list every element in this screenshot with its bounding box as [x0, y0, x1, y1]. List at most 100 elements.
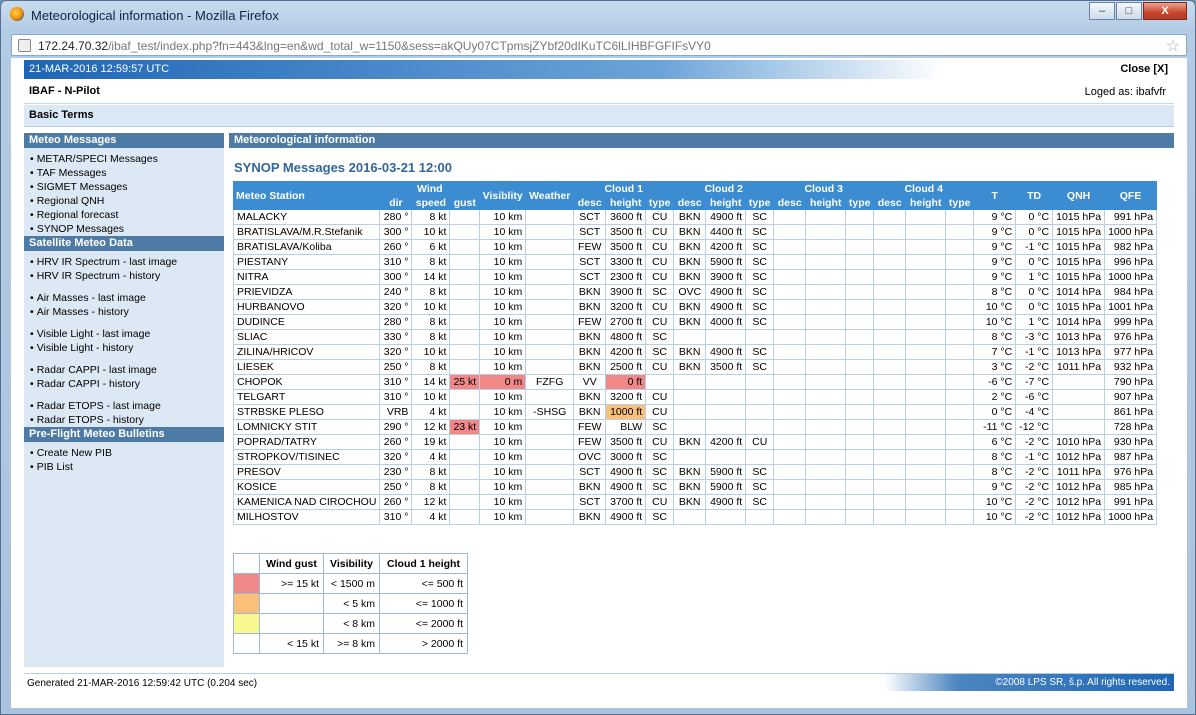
table-cell	[449, 449, 481, 465]
legend-header-row: Wind gust Visibility Cloud 1 height	[233, 553, 468, 574]
table-row: SLIAC 330 ° 8 kt 10 km BKN 4800 ft SC 8 °C -3 °C…	[232, 329, 1158, 345]
table-cell: 3700 ft	[605, 494, 647, 510]
table-cell: 3500 ft	[605, 239, 647, 255]
app-name: IBAF - N-Pilot	[29, 85, 100, 97]
table-cell: FZFG	[525, 374, 575, 390]
station-cell: PIESTANY	[232, 254, 381, 270]
table-cell	[773, 389, 807, 405]
table-cell	[673, 329, 707, 345]
table-row: TELGART 310 ° 10 kt 10 km BKN 3200 ft CU 2 °C -6…	[232, 389, 1158, 405]
table-cell: 10 km	[479, 494, 527, 510]
station-cell: NITRA	[232, 269, 381, 285]
basic-terms-link[interactable]: Basic Terms	[29, 109, 94, 121]
minimize-button[interactable]: –	[1089, 2, 1115, 20]
table-cell	[805, 269, 847, 285]
table-cell: 10 km	[479, 254, 527, 270]
table-cell: 10 km	[479, 224, 527, 240]
table-cell	[773, 329, 807, 345]
sidebar-section-title: Satellite Meteo Data	[24, 236, 224, 251]
sidebar-link[interactable]: Radar ETOPS - history	[30, 413, 224, 427]
table-cell: VRB	[379, 404, 413, 420]
table-cell: SC	[745, 464, 775, 480]
table-cell	[525, 464, 575, 480]
table-cell	[845, 419, 875, 435]
close-link[interactable]: Close [X]	[1120, 63, 1168, 75]
table-cell	[673, 449, 707, 465]
table-cell	[773, 374, 807, 390]
sidebar-link[interactable]: Air Masses - history	[30, 305, 224, 319]
sidebar-link[interactable]: Radar ETOPS - last image	[30, 399, 224, 413]
table-cell: 1015 hPa	[1052, 239, 1106, 255]
table-cell: 4800 ft	[605, 329, 647, 345]
sidebar-link[interactable]: SIGMET Messages	[30, 180, 224, 194]
table-cell: SC	[645, 509, 675, 525]
sidebar-link[interactable]: METAR/SPECI Messages	[30, 152, 224, 166]
url-text[interactable]: 172.24.70.32/ibaf_test/index.php?fn=443&…	[38, 39, 711, 53]
table-cell: 4900 ft	[705, 299, 747, 315]
table-cell: 10 km	[479, 449, 527, 465]
table-cell: FEW	[573, 314, 607, 330]
table-cell: SC	[645, 284, 675, 300]
table-cell: SC	[745, 359, 775, 375]
table-cell	[1052, 389, 1106, 405]
sidebar-link[interactable]: PIB List	[30, 460, 224, 474]
sidebar-link[interactable]: Air Masses - last image	[30, 291, 224, 305]
table-cell	[525, 299, 575, 315]
table-cell: -12 °C	[1015, 419, 1054, 435]
sidebar-link[interactable]: HRV IR Spectrum - history	[30, 269, 224, 283]
table-cell	[945, 239, 975, 255]
sidebar-link[interactable]: Regional QNH	[30, 194, 224, 208]
table-cell	[745, 329, 775, 345]
table-cell: 4 kt	[411, 404, 451, 420]
table-cell	[805, 254, 847, 270]
table-cell: SC	[645, 329, 675, 345]
table-row: KAMENICA NAD CIROCHOU 260 ° 12 kt 10 km SCT 3…	[232, 494, 1158, 510]
table-cell	[905, 344, 947, 360]
table-row: PIESTANY 310 ° 8 kt 10 km SCT 3300 ft CU BKN 590…	[232, 254, 1158, 270]
table-cell: SC	[645, 419, 675, 435]
sidebar-link[interactable]: Radar CAPPI - history	[30, 377, 224, 391]
sidebar-link[interactable]: HRV IR Spectrum - last image	[30, 255, 224, 269]
table-cell: 3500 ft	[605, 224, 647, 240]
table-cell	[945, 344, 975, 360]
firefox-logo-icon	[10, 7, 24, 21]
table-cell	[525, 329, 575, 345]
sidebar-link[interactable]: Create New PIB	[30, 446, 224, 460]
sidebar-link[interactable]: Visible Light - last image	[30, 327, 224, 341]
table-cell: 10 km	[479, 344, 527, 360]
table-cell: 250 °	[379, 359, 413, 375]
close-window-button[interactable]: X	[1143, 2, 1187, 20]
table-cell	[945, 299, 975, 315]
table-cell: 9 °C	[973, 224, 1017, 240]
sidebar-link[interactable]: SYNOP Messages	[30, 222, 224, 236]
table-cell: SC	[745, 209, 775, 225]
table-cell: CU	[645, 239, 675, 255]
table-cell	[673, 509, 707, 525]
table-cell: 6 °C	[973, 434, 1017, 450]
sidebar-link[interactable]: TAF Messages	[30, 166, 224, 180]
table-cell: SCT	[573, 209, 607, 225]
table-cell	[845, 479, 875, 495]
table-cell: SC	[645, 449, 675, 465]
table-cell	[773, 284, 807, 300]
table-cell: CU	[645, 494, 675, 510]
bookmark-star-icon[interactable]: ☆	[1166, 36, 1180, 56]
table-cell	[845, 494, 875, 510]
sidebar-link[interactable]: Regional forecast	[30, 208, 224, 222]
table-cell: 12 kt	[411, 494, 451, 510]
table-cell: 0 °C	[1015, 284, 1054, 300]
table-cell: 3300 ft	[605, 254, 647, 270]
logged-as: Loged as: ibafvfr	[1084, 86, 1166, 98]
table-cell: SC	[745, 254, 775, 270]
address-bar[interactable]: 172.24.70.32/ibaf_test/index.php?fn=443&…	[11, 34, 1187, 56]
table-cell	[905, 254, 947, 270]
table-cell	[905, 434, 947, 450]
table-cell: 9 °C	[973, 254, 1017, 270]
table-cell	[449, 299, 481, 315]
sidebar-link[interactable]: Visible Light - history	[30, 341, 224, 355]
sidebar-link[interactable]: Radar CAPPI - last image	[30, 363, 224, 377]
maximize-button[interactable]: □	[1116, 2, 1142, 20]
table-cell: 8 °C	[973, 284, 1017, 300]
table-cell	[845, 329, 875, 345]
